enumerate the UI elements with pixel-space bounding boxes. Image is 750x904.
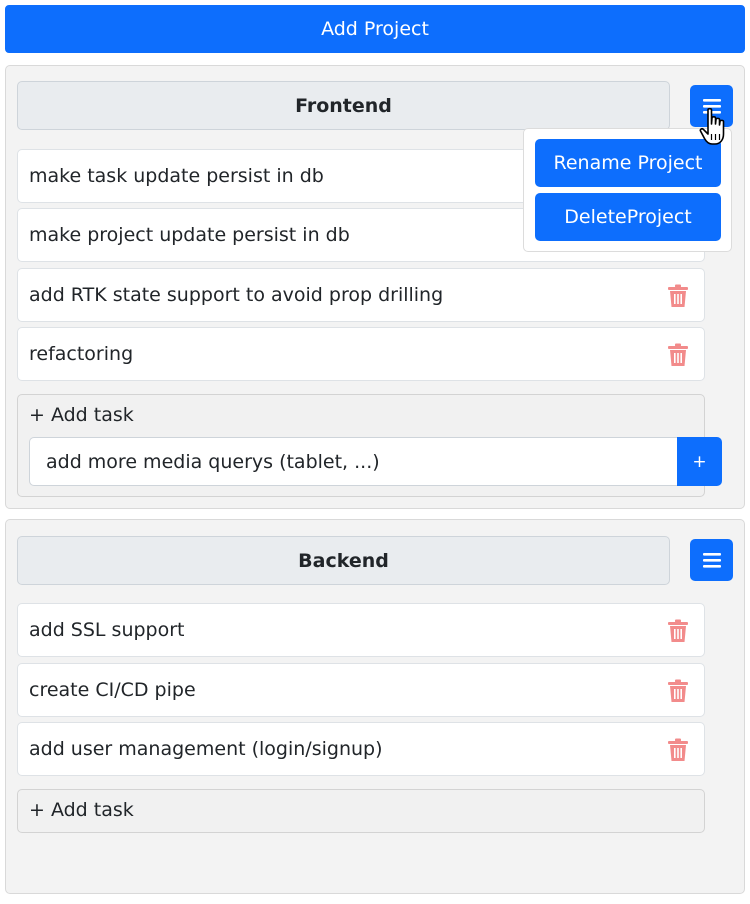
- trash-icon[interactable]: [667, 738, 689, 762]
- add-task-toggle[interactable]: + Add task: [29, 404, 134, 426]
- add-task-section[interactable]: + Add task: [17, 789, 705, 833]
- task-item[interactable]: refactoring: [17, 327, 705, 381]
- project-card-backend: Backend add SSL support create CI/CD pip…: [5, 519, 745, 894]
- hand-pointer-icon: [699, 107, 725, 145]
- delete-project-button[interactable]: DeleteProject: [535, 193, 721, 241]
- task-item[interactable]: add RTK state support to avoid prop dril…: [17, 268, 705, 322]
- add-task-section: + Add task +: [17, 394, 722, 497]
- trash-icon[interactable]: [667, 679, 689, 703]
- project-title[interactable]: Frontend: [17, 81, 670, 130]
- task-item[interactable]: add user management (login/signup): [17, 722, 705, 776]
- hamburger-menu-icon: [702, 553, 721, 568]
- new-task-input[interactable]: [29, 437, 678, 486]
- project-title[interactable]: Backend: [17, 536, 670, 585]
- project-menu-button[interactable]: [690, 539, 733, 581]
- task-text: add RTK state support to avoid prop dril…: [29, 284, 444, 306]
- task-text: refactoring: [29, 343, 134, 365]
- submit-task-button[interactable]: +: [677, 437, 722, 486]
- task-item[interactable]: create CI/CD pipe: [17, 663, 705, 717]
- add-task-toggle[interactable]: + Add task: [29, 799, 134, 821]
- task-text: add SSL support: [29, 619, 185, 641]
- add-project-button[interactable]: Add Project: [5, 5, 745, 53]
- task-item[interactable]: add SSL support: [17, 603, 705, 657]
- rename-project-button[interactable]: Rename Project: [535, 139, 721, 187]
- trash-icon[interactable]: [667, 619, 689, 643]
- trash-icon[interactable]: [667, 343, 689, 367]
- task-text: add user management (login/signup): [29, 738, 383, 760]
- task-text: create CI/CD pipe: [29, 679, 196, 701]
- trash-icon[interactable]: [667, 284, 689, 308]
